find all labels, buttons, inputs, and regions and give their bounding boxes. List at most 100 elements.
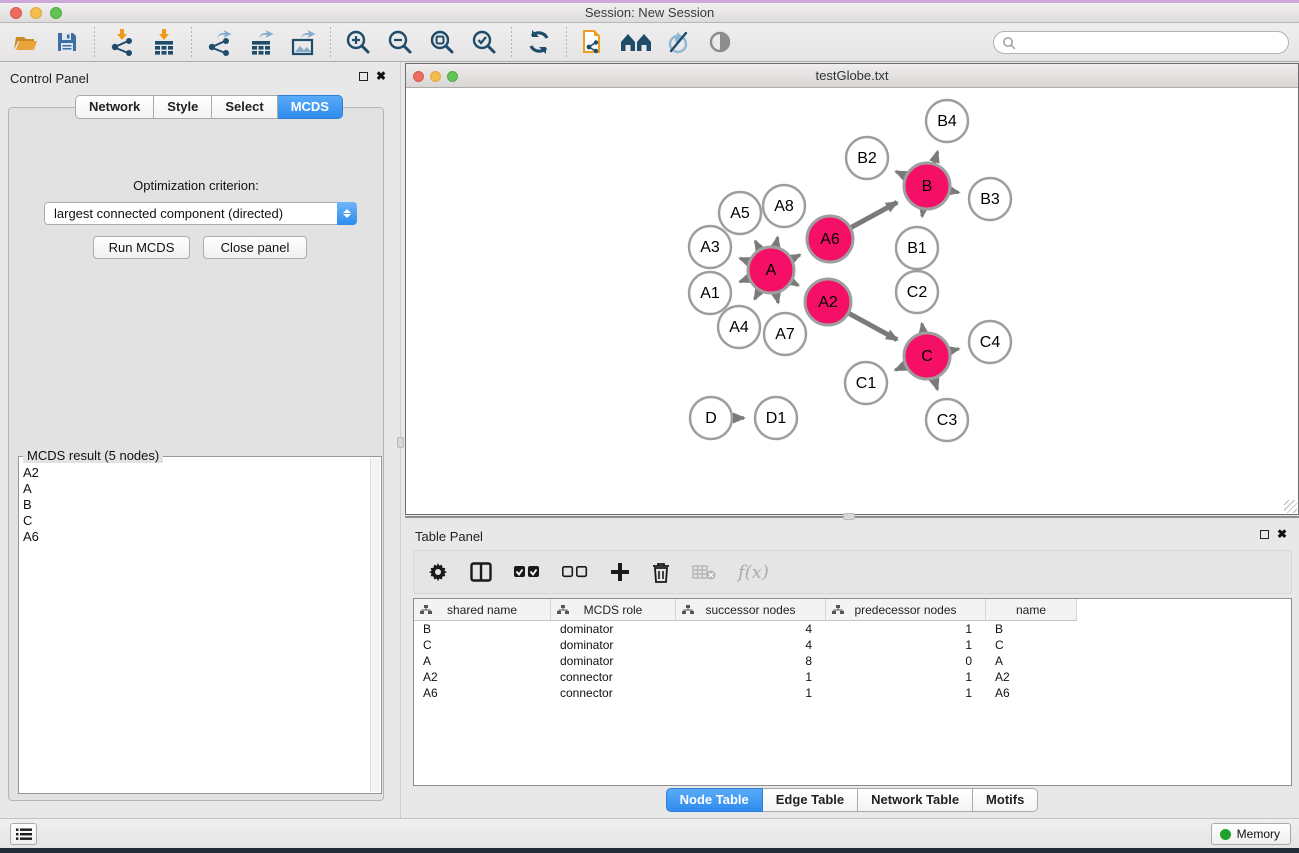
tab-select[interactable]: Select (212, 95, 277, 119)
export-network-button[interactable] (202, 26, 236, 58)
show-task-history-button[interactable] (10, 823, 37, 845)
refresh-view-button[interactable] (522, 26, 556, 58)
zoom-in-button[interactable] (341, 26, 375, 58)
column-header-predecessor-nodes[interactable]: predecessor nodes (826, 599, 986, 621)
table-row[interactable]: A2connector11A2 (414, 669, 1291, 685)
close-panel-button[interactable]: Close panel (203, 236, 307, 259)
column-header-name[interactable]: name (986, 599, 1077, 621)
result-list-item[interactable]: A6 (23, 529, 367, 545)
edge-A-A4[interactable] (755, 291, 760, 299)
maximize-window-icon[interactable] (50, 7, 62, 19)
optimization-criterion-select[interactable]: largest connected component (directed) (44, 202, 357, 225)
delete-table-button[interactable] (692, 557, 716, 587)
export-table-button[interactable] (244, 26, 278, 58)
close-window-icon[interactable] (10, 7, 22, 19)
table-row[interactable]: Bdominator41B (414, 621, 1291, 637)
edge-B-B1[interactable] (922, 210, 923, 217)
function-builder-button[interactable]: f(x) (738, 557, 769, 587)
edge-C-C2[interactable] (922, 324, 923, 333)
select-all-rows-button[interactable] (514, 557, 540, 587)
tab-node-table[interactable]: Node Table (666, 788, 763, 812)
result-list-item[interactable]: A (23, 481, 367, 497)
columns-icon (470, 562, 492, 582)
column-header-successor-nodes[interactable]: successor nodes (676, 599, 826, 621)
column-header-shared-name[interactable]: shared name (414, 599, 551, 621)
resize-grip-icon[interactable] (1284, 500, 1297, 513)
edge-C-C3[interactable] (934, 379, 937, 390)
column-type-icon (832, 605, 844, 615)
show-columns-button[interactable] (470, 557, 492, 587)
float-panel-icon[interactable] (359, 72, 368, 81)
table-cell: C (986, 637, 1077, 653)
column-header-label: name (1016, 603, 1046, 617)
search-box[interactable] (993, 31, 1289, 54)
table-row[interactable]: A6connector11A6 (414, 685, 1291, 701)
export-image-button[interactable] (286, 26, 320, 58)
home-views-button[interactable] (619, 26, 653, 58)
result-list-item[interactable]: C (23, 513, 367, 529)
import-network-button[interactable] (105, 26, 139, 58)
edge-C-C4[interactable] (950, 349, 958, 351)
hide-graphics-button[interactable] (661, 26, 695, 58)
column-header-MCDS-role[interactable]: MCDS role (551, 599, 676, 621)
edge-A-A6[interactable] (792, 255, 800, 259)
network-canvas[interactable]: B4B2BB3A5A8A6A3B1AA1C2A2A4A7C4CC1C3DD1 (406, 88, 1298, 515)
table-row[interactable]: Adominator80A (414, 653, 1291, 669)
tab-network-table[interactable]: Network Table (858, 788, 973, 812)
table-divider-handle[interactable] (843, 513, 855, 520)
run-mcds-button[interactable]: Run MCDS (93, 236, 190, 259)
edge-B-B3[interactable] (951, 191, 959, 193)
save-session-button[interactable] (50, 26, 84, 58)
float-table-panel-icon[interactable] (1260, 530, 1269, 539)
result-list-item[interactable]: A2 (23, 465, 367, 481)
tab-edge-table[interactable]: Edge Table (763, 788, 858, 812)
result-scrollbar[interactable] (370, 458, 380, 792)
tab-network[interactable]: Network (75, 95, 154, 119)
delete-column-button[interactable] (652, 557, 670, 587)
edge-C-C1[interactable] (895, 366, 905, 370)
search-icon (1002, 36, 1016, 50)
tab-style[interactable]: Style (154, 95, 212, 119)
deselect-all-rows-button[interactable] (562, 557, 588, 587)
edge-A6-B[interactable] (851, 202, 897, 227)
node-table[interactable]: shared name MCDS role successor nodes prede… (413, 598, 1292, 786)
edge-A-A3[interactable] (740, 258, 749, 261)
table-settings-button[interactable] (428, 557, 448, 587)
memory-status-icon (1220, 829, 1231, 840)
column-header-label: successor nodes (705, 603, 795, 617)
copy-network-button[interactable] (577, 26, 611, 58)
network-minimize-icon[interactable] (430, 71, 441, 82)
column-type-icon (682, 605, 694, 615)
edge-A2-C[interactable] (849, 313, 897, 339)
import-table-button[interactable] (147, 26, 181, 58)
table-panel-title: Table Panel (415, 529, 483, 544)
table-row[interactable]: Cdominator41C (414, 637, 1291, 653)
zoom-selected-button[interactable] (467, 26, 501, 58)
minimize-window-icon[interactable] (30, 7, 42, 19)
zoom-fit-button[interactable] (425, 26, 459, 58)
edge-A-A5[interactable] (755, 241, 759, 249)
zoom-out-button[interactable] (383, 26, 417, 58)
table-cell: 8 (676, 653, 826, 669)
edge-A-A2[interactable] (792, 282, 798, 286)
show-hide-panels-button[interactable] (703, 26, 737, 58)
network-maximize-icon[interactable] (447, 71, 458, 82)
result-list-item[interactable]: B (23, 497, 367, 513)
panel-divider-handle[interactable] (397, 437, 404, 448)
close-table-panel-icon[interactable]: ✖ (1277, 529, 1287, 539)
column-header-label: shared name (447, 603, 517, 617)
mcds-result-list[interactable]: A2ABCA6 (23, 465, 367, 789)
edge-A-A8[interactable] (776, 237, 778, 246)
open-session-button[interactable] (8, 26, 42, 58)
edge-B-B4[interactable] (934, 152, 938, 163)
edge-A-A1[interactable] (740, 278, 749, 281)
close-panel-icon[interactable]: ✖ (376, 71, 386, 81)
edge-A-A7[interactable] (776, 293, 778, 302)
network-close-icon[interactable] (413, 71, 424, 82)
tab-motifs[interactable]: Motifs (973, 788, 1038, 812)
tab-mcds[interactable]: MCDS (278, 95, 343, 119)
search-input[interactable] (1016, 36, 1280, 50)
add-column-button[interactable] (610, 557, 630, 587)
memory-button[interactable]: Memory (1211, 823, 1291, 845)
edge-B-B2[interactable] (896, 172, 905, 176)
